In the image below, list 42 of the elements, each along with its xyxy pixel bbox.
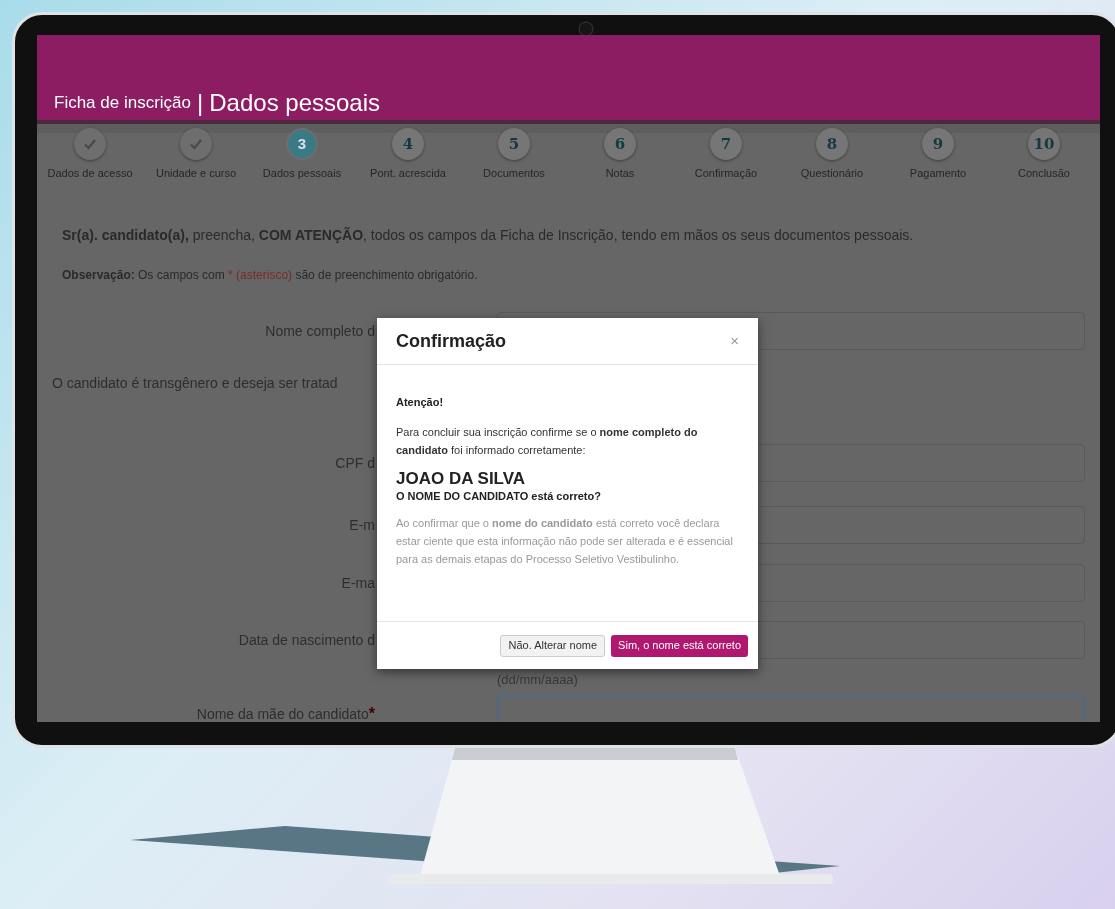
- step-number: 7: [710, 128, 742, 160]
- step-number: 9: [922, 128, 954, 160]
- input-field[interactable]: [497, 695, 1085, 722]
- field-label: E-m: [349, 515, 375, 535]
- field-label: E-ma: [341, 573, 375, 593]
- attention-heading: Atenção!: [396, 395, 445, 410]
- field-label: Data de nascimento d: [238, 630, 375, 650]
- check-icon: [190, 138, 202, 150]
- step-label: Dados de acesso: [47, 166, 133, 181]
- step-label: Confirmação: [694, 166, 758, 181]
- change-name-button[interactable]: Não. Alterar nome: [500, 634, 606, 657]
- dialog-message: Para concluir sua inscrição confirme se o nome completo do candidato foi informado corretamente:: [396, 424, 699, 458]
- dialog-note: Ao confirmar que o nome do candidato está correto você declara estar ciente que esta informação não pode ser alterada e é essencial para as demais etapas do Processo Seletivo Vestibulinho.: [396, 516, 734, 567]
- step-label: Pagamento: [909, 166, 967, 181]
- field-label: Nome da mãe do candidato*: [196, 704, 375, 722]
- field-label: CPF d: [335, 453, 375, 473]
- candidate-name: JOAO DA SILVA: [396, 468, 527, 488]
- intro-text: Sr(a). candidato(a), preencha, COM ATENÇÃO, todos os campos da Ficha de Inscrição, tendo em mãos os seus documentos pessoais.: [61, 226, 915, 245]
- confirm-question: O NOME DO CANDIDATO está correto?: [396, 488, 602, 504]
- step-label: Unidade e curso: [155, 166, 237, 181]
- step-label: Pont. acrescida: [370, 166, 446, 181]
- section-title: Dados pessoais: [209, 88, 380, 118]
- step-number: 8: [816, 128, 848, 160]
- confirm-button[interactable]: Sim, o nome está correto: [611, 634, 748, 657]
- step-label: Dados pessoais: [262, 166, 342, 181]
- form-label: Ficha de inscrição: [54, 91, 191, 114]
- observation-text: Observação: Os campos com * (asterisco) são de preenchimento obrigatório.: [61, 267, 479, 284]
- check-icon: [84, 138, 96, 150]
- title-separator: |: [197, 88, 204, 118]
- field-label: Nome completo d: [265, 321, 375, 341]
- step-number: 5: [498, 128, 530, 160]
- step-label: Documentos: [483, 166, 545, 181]
- step-number: 10: [1028, 128, 1060, 160]
- step-label: Questionário: [800, 166, 864, 181]
- dialog-title: Confirmação: [396, 329, 507, 353]
- step-label: Conclusão: [1018, 166, 1070, 181]
- step-label: Notas: [605, 166, 635, 181]
- field-label: O candidato é transgênero e deseja ser tratad: [52, 373, 338, 393]
- step-number: 3: [286, 128, 318, 160]
- step-number: 6: [604, 128, 636, 160]
- step-number: 4: [392, 128, 424, 160]
- camera-icon: [578, 21, 594, 37]
